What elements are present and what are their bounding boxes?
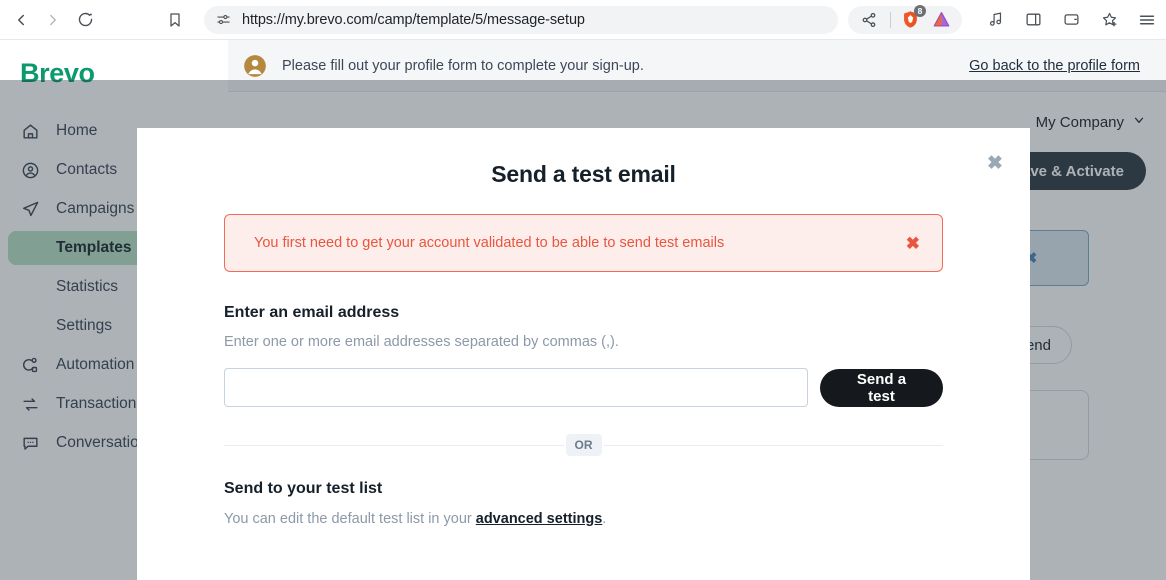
brave-shields-count: 8 bbox=[914, 4, 926, 17]
back-icon[interactable] bbox=[6, 5, 36, 35]
send-a-test-button[interactable]: Send a test bbox=[819, 368, 943, 407]
app-page: Brevo Home Contacts Campaigns Templates … bbox=[0, 40, 1166, 580]
forward-icon[interactable] bbox=[38, 5, 68, 35]
email-section-title: Enter an email address bbox=[224, 304, 400, 321]
reload-icon[interactable] bbox=[70, 5, 100, 35]
bookmark-icon[interactable] bbox=[160, 5, 190, 35]
modal-body: You first need to get your account valid… bbox=[137, 214, 1030, 527]
alert-close-icon[interactable]: ✖ bbox=[902, 231, 924, 256]
test-list-hint-after: . bbox=[602, 511, 607, 527]
email-section-hint: Enter one or more email addresses separa… bbox=[224, 334, 619, 350]
bat-rewards-icon[interactable] bbox=[926, 5, 956, 35]
alert-message: You first need to get your account valid… bbox=[254, 235, 725, 251]
divider-line-left bbox=[224, 444, 564, 446]
banner-profile-form-link[interactable]: Go back to the profile form bbox=[969, 58, 1140, 74]
brave-action-pill: 8 bbox=[848, 4, 962, 35]
test-list-hint: You can edit the default test list in yo… bbox=[224, 511, 943, 527]
modal-title: Send a test email bbox=[491, 161, 676, 187]
url-text: https://my.brevo.com/camp/template/5/mes… bbox=[242, 11, 585, 28]
sidebar-toggle-icon[interactable] bbox=[1018, 5, 1048, 35]
test-list-hint-before: You can edit the default test list in yo… bbox=[224, 511, 476, 527]
browser-actions: 8 bbox=[848, 4, 1166, 35]
address-bar[interactable]: https://my.brevo.com/camp/template/5/mes… bbox=[204, 5, 838, 34]
browser-nav-buttons bbox=[0, 5, 190, 35]
modal-close-icon[interactable]: ✖ bbox=[980, 148, 1010, 178]
divider-line-right bbox=[603, 444, 943, 446]
validation-alert: You first need to get your account valid… bbox=[224, 214, 943, 272]
banner-message: Please fill out your profile form to com… bbox=[282, 57, 644, 74]
send-test-email-modal: Send a test email ✖ You first need to ge… bbox=[137, 128, 1030, 580]
share-icon[interactable] bbox=[854, 5, 884, 35]
toolbar-divider bbox=[890, 11, 891, 28]
browser-right-icons bbox=[980, 5, 1162, 35]
or-divider: OR bbox=[224, 434, 943, 456]
test-list-title: Send to your test list bbox=[224, 480, 383, 497]
advanced-settings-link[interactable]: advanced settings bbox=[476, 511, 603, 527]
browser-menu-icon[interactable] bbox=[1132, 5, 1162, 35]
email-input-row: Send a test bbox=[224, 368, 943, 407]
wallet-icon[interactable] bbox=[1056, 5, 1086, 35]
brave-shields-icon[interactable]: 8 bbox=[897, 4, 926, 33]
music-note-icon[interactable] bbox=[980, 5, 1010, 35]
email-input[interactable] bbox=[224, 368, 808, 407]
site-permissions-icon[interactable] bbox=[216, 12, 231, 27]
add-bookmark-star-icon[interactable] bbox=[1094, 5, 1124, 35]
divider-label: OR bbox=[565, 434, 602, 456]
user-avatar-icon bbox=[242, 53, 268, 79]
browser-toolbar: https://my.brevo.com/camp/template/5/mes… bbox=[0, 0, 1166, 40]
